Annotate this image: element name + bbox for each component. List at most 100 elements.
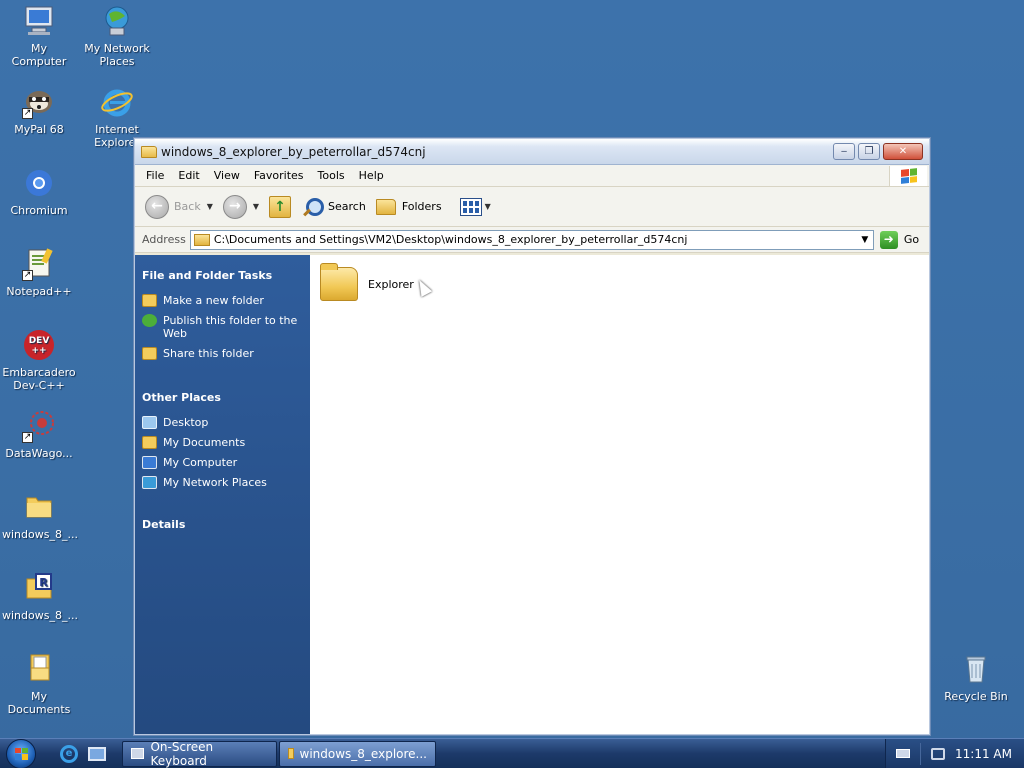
window-content: File and Folder Tasks Make a new folder … [135, 255, 929, 734]
desktop-icon-embarcadero-devcpp[interactable]: DEV ++ Embarcadero Dev-C++ [0, 328, 78, 392]
taskbar-button-label: On-Screen Keyboard [150, 739, 214, 768]
desktop-icon-chromium[interactable]: Chromium [0, 166, 78, 217]
desktop-icon-windows8-rar[interactable]: R windows_8_... [0, 571, 78, 622]
search-button[interactable]: Search [301, 196, 366, 218]
file-list[interactable]: Explorer [310, 255, 929, 734]
go-button[interactable]: ➜ Go [879, 230, 919, 249]
share-folder-icon [142, 347, 157, 360]
ie-icon [100, 85, 134, 119]
desktop-icon-label: My Network Places [84, 42, 150, 68]
new-folder-icon [142, 294, 157, 307]
other-places-header[interactable]: Other Places [142, 391, 310, 404]
desktop-icon-label: Recycle Bin [944, 690, 1008, 703]
shortcut-arrow-icon: ↗ [22, 108, 33, 119]
desktop-icon-label: DataWago... [5, 447, 73, 460]
views-button[interactable]: ▼ [459, 197, 491, 216]
task-label: Share this folder [163, 347, 254, 360]
task-label: Make a new folder [163, 294, 264, 307]
desktop-icon-windows8-folder[interactable]: windows_8_... [0, 490, 78, 541]
desktop-icon-label: windows_8_... [2, 609, 78, 622]
place-my-computer[interactable]: My Computer [142, 456, 310, 469]
address-input[interactable]: C:\Documents and Settings\VM2\Desktop\wi… [189, 229, 874, 250]
chevron-down-icon[interactable]: ▼ [857, 235, 873, 245]
quick-launch: e [60, 744, 106, 763]
up-folder-icon: ↑ [269, 195, 292, 218]
clock[interactable]: 11:11 AM [955, 747, 1012, 761]
svg-text:DEV: DEV [29, 336, 50, 346]
keyboard-tray-icon[interactable] [896, 749, 911, 758]
keyboard-icon [131, 748, 145, 759]
explorer-window[interactable]: windows_8_explorer_by_peterrollar_d574cn… [134, 138, 930, 735]
network-icon [142, 476, 157, 489]
taskbar: e On-Screen Keyboard windows_8_explore..… [0, 738, 1024, 768]
folders-button[interactable]: Folders [375, 198, 442, 215]
desktop-icon-mypal[interactable]: ↗ MyPal 68 [0, 85, 78, 136]
place-desktop[interactable]: Desktop [142, 416, 310, 429]
menu-tools[interactable]: Tools [311, 169, 352, 182]
taskbar-button-on-screen-keyboard[interactable]: On-Screen Keyboard [122, 739, 277, 768]
chevron-down-icon[interactable]: ▼ [253, 202, 259, 211]
forward-arrow-icon: → [222, 194, 247, 219]
documents-icon [142, 436, 157, 449]
place-my-documents[interactable]: My Documents [142, 436, 310, 449]
up-folder-button[interactable]: ↑ [269, 195, 292, 218]
chevron-down-icon[interactable]: ▼ [485, 202, 491, 211]
go-arrow-icon: ➜ [879, 230, 898, 249]
minimize-button[interactable]: ‒ [833, 143, 855, 160]
network-icon [100, 4, 134, 38]
file-tasks-header[interactable]: File and Folder Tasks [142, 269, 310, 282]
chromium-icon [22, 166, 56, 200]
menu-favorites[interactable]: Favorites [247, 169, 311, 182]
desktop-icon-notepad-plus[interactable]: ↗ Notepad++ [0, 247, 78, 298]
desktop-icon-label: Chromium [10, 204, 68, 217]
start-button[interactable] [6, 738, 36, 768]
toolbar: ← Back ▼ → ▼ ↑ Search Folders ▼ [135, 187, 929, 227]
file-name: Explorer [368, 278, 414, 291]
menu-view[interactable]: View [207, 169, 247, 182]
menu-file[interactable]: File [139, 169, 171, 182]
desktop-icon-datawagon[interactable]: ↗ DataWago... [0, 409, 78, 460]
folder-icon [288, 748, 294, 759]
task-publish-folder[interactable]: Publish this folder to the Web [142, 314, 310, 340]
svg-text:++: ++ [31, 346, 46, 356]
task-share-folder[interactable]: Share this folder [142, 347, 310, 360]
recycle-bin-icon [959, 652, 993, 686]
chevron-down-icon[interactable]: ▼ [207, 202, 213, 211]
documents-icon [22, 652, 56, 686]
forward-button[interactable]: → ▼ [222, 194, 259, 219]
desktop-icon-my-documents[interactable]: My Documents [0, 652, 78, 716]
back-label: Back [174, 200, 201, 213]
folder-icon [320, 263, 358, 301]
place-label: My Network Places [163, 476, 267, 489]
computer-icon [22, 4, 56, 38]
desktop-icon-label: Notepad++ [6, 285, 72, 298]
windows-logo-icon [889, 166, 927, 186]
address-bar: Address C:\Documents and Settings\VM2\De… [135, 227, 929, 253]
menu-edit[interactable]: Edit [171, 169, 206, 182]
close-button[interactable]: ✕ [883, 143, 923, 160]
tray-separator [920, 742, 922, 765]
desktop-icon-my-computer[interactable]: My Computer [0, 4, 78, 68]
back-button[interactable]: ← Back ▼ [145, 194, 213, 219]
folders-label: Folders [401, 200, 442, 213]
address-path[interactable]: C:\Documents and Settings\VM2\Desktop\wi… [214, 233, 857, 246]
views-icon [459, 197, 482, 216]
show-desktop-icon[interactable] [88, 746, 106, 761]
notepad-icon: ↗ [22, 247, 56, 281]
task-make-new-folder[interactable]: Make a new folder [142, 294, 310, 307]
network-tray-icon[interactable] [931, 747, 946, 760]
place-my-network-places[interactable]: My Network Places [142, 476, 310, 489]
title-bar[interactable]: windows_8_explorer_by_peterrollar_d574cn… [135, 139, 929, 165]
desktop-icon-label: My Computer [11, 42, 67, 68]
desktop-icon-recycle-bin[interactable]: Recycle Bin [937, 652, 1015, 703]
taskbar-button-explorer[interactable]: windows_8_explore... [279, 740, 436, 767]
folder-icon [141, 145, 157, 158]
maximize-button[interactable]: ❐ [858, 143, 880, 160]
ie-icon[interactable]: e [60, 744, 78, 763]
menu-help[interactable]: Help [352, 169, 391, 182]
details-header[interactable]: Details [142, 518, 310, 531]
desktop-icon-my-network-places[interactable]: My Network Places [78, 4, 156, 68]
address-label: Address [142, 233, 186, 246]
desktop-icon-label: My Documents [7, 690, 71, 716]
place-label: Desktop [163, 416, 209, 429]
